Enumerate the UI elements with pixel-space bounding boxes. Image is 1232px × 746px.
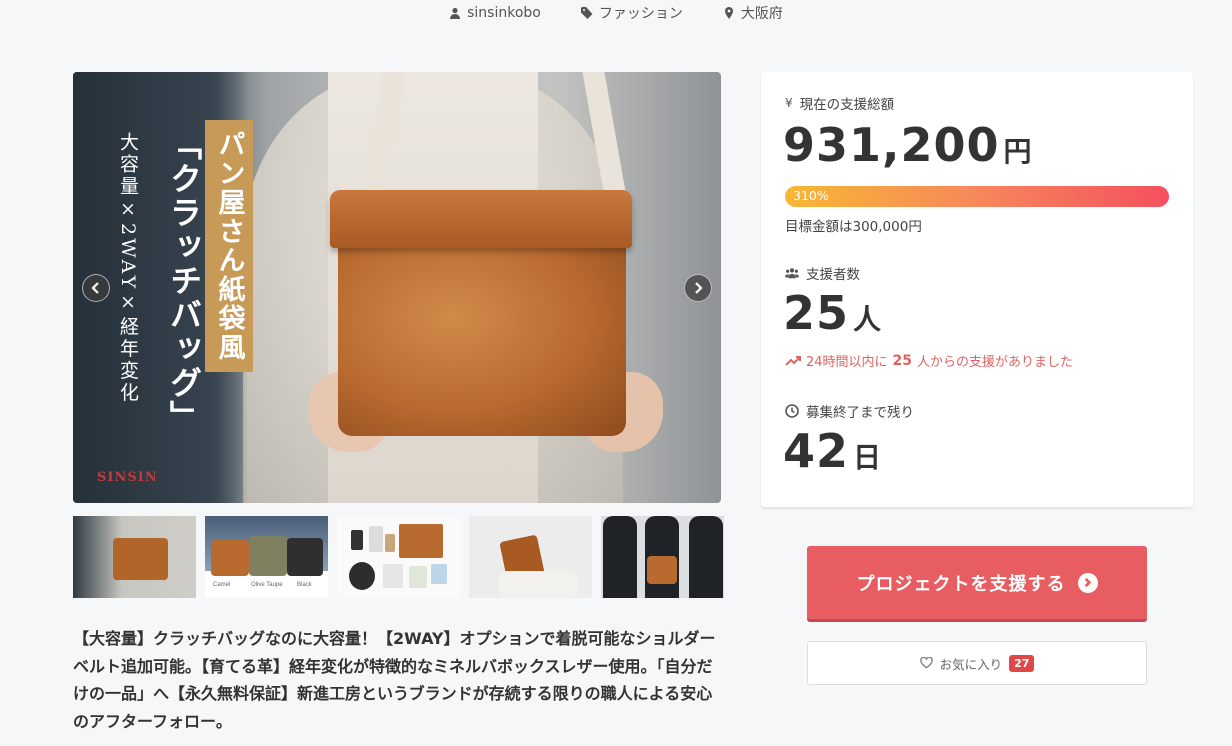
project-meta-bar: sinsinkobo ファッション 大阪府 (0, 3, 1232, 23)
thumbnail-strip: Camel Olive Taupe Black (73, 516, 724, 598)
backers-count: 25 人 (783, 286, 883, 340)
owner-link[interactable]: sinsinkobo (449, 3, 541, 23)
thumbnail-3[interactable] (337, 516, 460, 598)
thumbnail-2[interactable]: Camel Olive Taupe Black (205, 516, 328, 598)
category-name: ファッション (598, 6, 683, 22)
previous-image-button[interactable] (82, 274, 110, 302)
location-pin-icon (724, 7, 733, 19)
main-product-image[interactable]: 大容量×2WAY×経年変化 「クラッチバッグ」 パン屋さん紙袋風 SINSIN (73, 72, 721, 503)
hero-subcopy: 大容量×2WAY×経年変化 (117, 132, 139, 405)
owner-name: sinsinkobo (467, 5, 541, 21)
chevron-right-icon (695, 282, 703, 294)
category-link[interactable]: ファッション (580, 3, 683, 23)
user-icon (450, 7, 461, 19)
clock-icon (785, 404, 799, 418)
yen-icon: ¥ (785, 96, 793, 110)
thumbnail-4[interactable] (469, 516, 592, 598)
progress-percent: 310% (793, 188, 829, 203)
color-label: Black (297, 582, 312, 588)
thumbnail-1[interactable] (73, 516, 196, 598)
trending-up-icon (785, 355, 801, 366)
funding-stats-card: ¥ 現在の支援総額 931,200 円 310% 目標金額は300,000円 支援… (761, 72, 1193, 507)
remaining-label: 募集終了まで残り (785, 401, 914, 421)
support-project-button[interactable]: プロジェクトを支援する (807, 546, 1147, 622)
brand-logo: SINSIN (97, 470, 158, 485)
total-label: ¥ 現在の支援総額 (785, 96, 895, 113)
backers-label: 支援者数 (785, 263, 860, 283)
hero-ribbon: パン屋さん紙袋風 (205, 120, 253, 372)
next-image-button[interactable] (684, 274, 712, 302)
goal-amount: 目標金額は300,000円 (785, 219, 922, 235)
favorite-count-badge: 27 (1009, 654, 1035, 672)
project-description: 【大容量】クラッチバッグなのに大容量！【2WAY】オプションで着脱可能なショルダ… (73, 629, 716, 731)
recent-backers-note: 24時間以内に 25 人からの支援がありました (785, 351, 1073, 370)
funding-progress-bar: 310% (785, 186, 1169, 207)
arrow-right-circle-icon (1077, 572, 1098, 593)
total-amount: 931,200 円 (783, 118, 1033, 172)
hero-title: 「クラッチバッグ」 (165, 128, 203, 434)
tag-icon (580, 7, 593, 19)
location-link[interactable]: 大阪府 (723, 3, 783, 23)
thumbnail-5[interactable] (601, 516, 724, 598)
leather-bag (338, 238, 626, 436)
favorite-button[interactable]: お気に入り 27 (807, 641, 1147, 685)
location-name: 大阪府 (740, 6, 783, 22)
users-icon (785, 268, 799, 279)
color-label: Camel (213, 582, 231, 588)
remaining-days: 42 日 (783, 424, 883, 478)
heart-icon (919, 657, 933, 669)
color-label: Olive Taupe (251, 582, 283, 588)
chevron-left-icon (91, 282, 99, 294)
